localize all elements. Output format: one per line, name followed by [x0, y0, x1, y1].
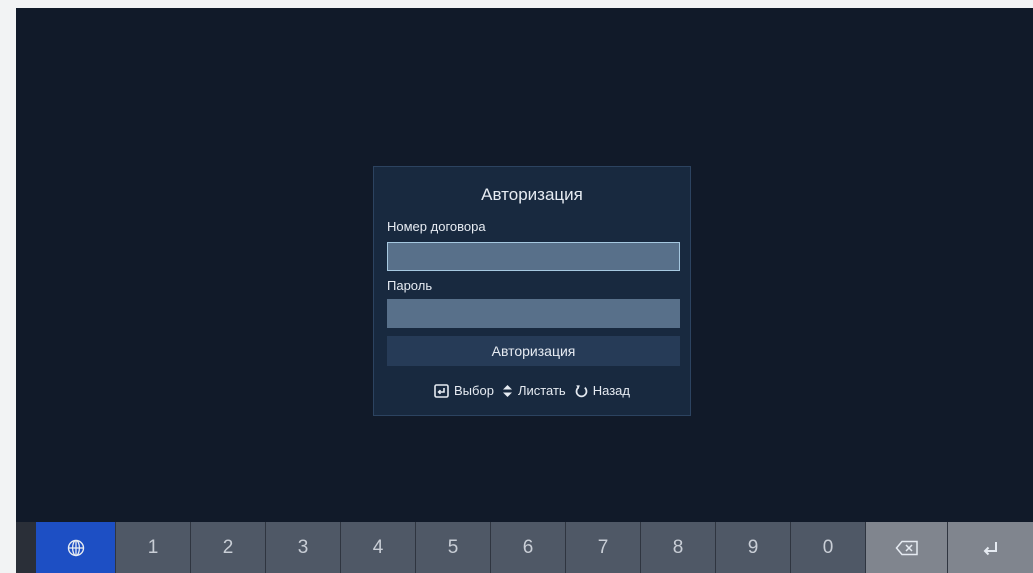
- dialog-title: Авторизация: [481, 185, 583, 204]
- language-key[interactable]: [36, 522, 115, 573]
- authorize-button[interactable]: Авторизация: [387, 336, 680, 366]
- contract-number-label: Номер договора: [387, 219, 486, 234]
- backspace-icon: [895, 540, 918, 555]
- key-9[interactable]: 9: [715, 522, 790, 573]
- key-1[interactable]: 1: [115, 522, 190, 573]
- hint-back: Назад: [574, 383, 630, 398]
- tv-screen: Авторизация Номер договора Пароль Автори…: [16, 8, 1033, 573]
- contract-number-input[interactable]: [387, 242, 680, 271]
- enter-key[interactable]: [947, 522, 1033, 573]
- key-7[interactable]: 7: [565, 522, 640, 573]
- hint-back-label: Назад: [592, 383, 630, 398]
- key-3[interactable]: 3: [265, 522, 340, 573]
- enter-icon: [983, 541, 997, 555]
- hint-scroll: Листать: [502, 383, 566, 398]
- key-8[interactable]: 8: [640, 522, 715, 573]
- select-icon: [434, 383, 449, 398]
- control-hints: Выбор Листать Назад: [374, 383, 690, 398]
- hint-select: Выбор: [434, 383, 494, 398]
- up-down-icon: [502, 384, 512, 397]
- key-5[interactable]: 5: [415, 522, 490, 573]
- key-2[interactable]: 2: [190, 522, 265, 573]
- auth-dialog: Авторизация Номер договора Пароль Автори…: [373, 166, 691, 416]
- hint-scroll-label: Листать: [517, 383, 566, 398]
- back-icon: [575, 384, 588, 397]
- password-label: Пароль: [387, 278, 433, 293]
- password-input[interactable]: [387, 299, 680, 328]
- key-6[interactable]: 6: [490, 522, 565, 573]
- key-4[interactable]: 4: [340, 522, 415, 573]
- onscreen-keyboard: 1 2 3 4 5 6 7 8 9 0: [16, 522, 1033, 573]
- hint-select-label: Выбор: [454, 383, 494, 398]
- globe-icon: [67, 539, 84, 556]
- key-0[interactable]: 0: [790, 522, 865, 573]
- backspace-key[interactable]: [865, 522, 947, 573]
